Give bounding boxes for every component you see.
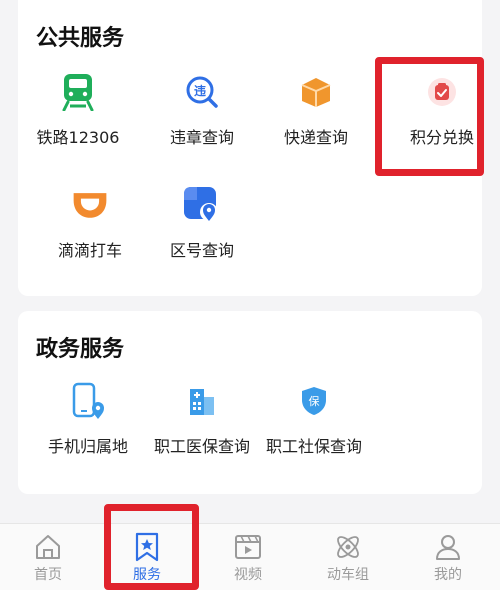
tile-didi-taxi[interactable]: 滴滴打车 (32, 185, 148, 261)
tile-phone-location[interactable]: 手机归属地 (30, 381, 146, 457)
social-security-icon: 保 (294, 381, 334, 421)
tile-label: 快递查询 (283, 128, 348, 147)
tile-medical-insurance[interactable]: 职工医保查询 (144, 381, 260, 457)
tile-label: 违章查询 (169, 128, 234, 147)
tab-label: 首页 (34, 567, 62, 583)
tab-home[interactable]: 首页 (8, 524, 88, 590)
tab-bullet-train[interactable]: 动车组 (308, 524, 388, 590)
home-icon (33, 532, 63, 562)
tab-label: 动车组 (327, 567, 369, 583)
tile-label: 滴滴打车 (57, 241, 122, 260)
tab-service[interactable]: 服务 (107, 524, 187, 590)
public-services-card: 公共服务 铁路12306 违 违章查询 快递查询 积分兑换 滴滴打车 区号查询 (18, 0, 482, 296)
didi-icon (70, 185, 110, 225)
package-icon (296, 72, 336, 112)
bottom-tab-bar: 首页 服务 视频 动车组 我的 (0, 523, 500, 590)
user-icon (433, 532, 463, 562)
tile-points-exchange[interactable]: 积分兑换 (384, 72, 500, 148)
points-exchange-icon (422, 72, 462, 112)
tile-label: 积分兑换 (409, 128, 474, 147)
atom-icon (333, 532, 363, 562)
tile-railway-12306[interactable]: 铁路12306 (20, 72, 136, 148)
tab-label: 我的 (434, 567, 462, 583)
tab-video[interactable]: 视频 (208, 524, 288, 590)
tile-label: 铁路12306 (36, 128, 120, 147)
traffic-violation-icon: 违 (182, 72, 222, 112)
video-icon (233, 532, 263, 562)
tile-social-security[interactable]: 保 职工社保查询 (256, 381, 372, 457)
tile-traffic-violation[interactable]: 违 违章查询 (144, 72, 260, 148)
svg-text:保: 保 (309, 394, 320, 408)
phone-location-icon (68, 381, 108, 421)
tab-label: 服务 (133, 567, 161, 583)
tab-mine[interactable]: 我的 (408, 524, 488, 590)
tab-label: 视频 (234, 567, 262, 583)
tile-label: 区号查询 (169, 241, 234, 260)
gov-services-title: 政务服务 (36, 337, 125, 362)
tile-area-code[interactable]: 区号查询 (144, 185, 260, 261)
tile-express-query[interactable]: 快递查询 (258, 72, 374, 148)
tile-label: 职工医保查询 (153, 437, 250, 456)
tile-label: 职工社保查询 (265, 437, 362, 456)
svg-text:违: 违 (194, 83, 206, 98)
service-bookmark-icon (132, 532, 162, 562)
gov-services-card: 政务服务 手机归属地 职工医保查询 保 职工社保查询 (18, 311, 482, 494)
tile-label: 手机归属地 (47, 437, 128, 456)
public-services-title: 公共服务 (36, 26, 125, 51)
train-icon (58, 72, 98, 112)
medical-insurance-icon (182, 381, 222, 421)
area-code-icon (182, 185, 222, 225)
